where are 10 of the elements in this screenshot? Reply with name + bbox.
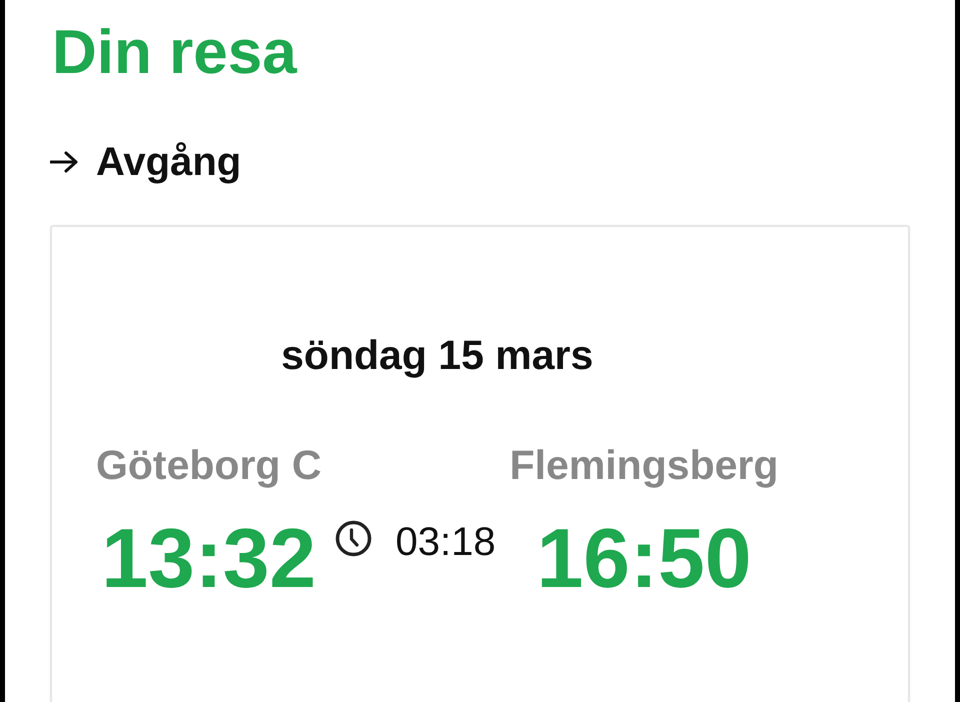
travel-duration: 03:18 [395,519,496,565]
page-title: Din resa [52,17,297,88]
arrival-time: 16:50 [536,516,752,600]
departure-time: 13:32 [101,516,316,600]
arrival-station: Flemingsberg [510,442,778,489]
departure-station: Göteborg C [96,442,322,489]
arrow-right-icon [50,151,78,173]
clock-icon [335,520,372,557]
direction-label: Avgång [96,139,242,185]
trip-date: söndag 15 mars [281,332,594,379]
